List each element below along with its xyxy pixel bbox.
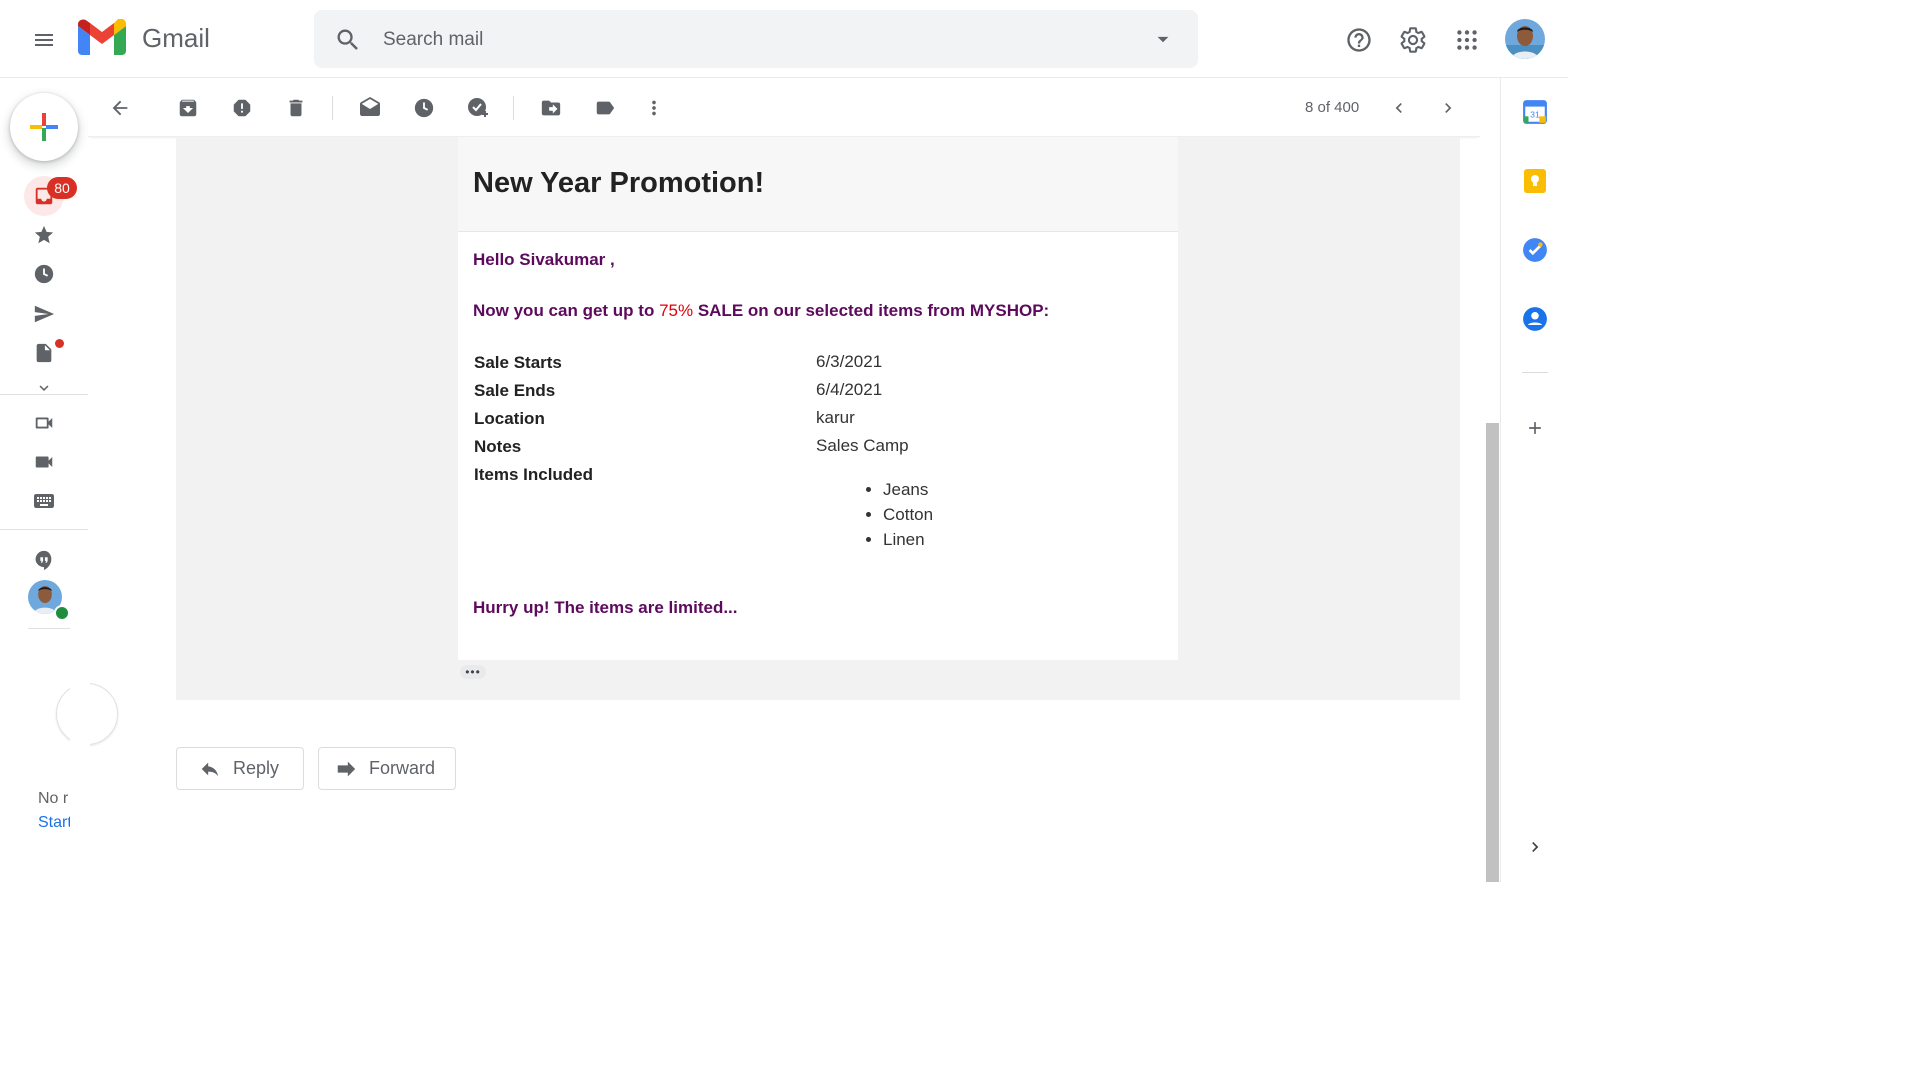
detail-label: Sale Starts (474, 353, 562, 372)
message-position: 8 of 400 (1305, 99, 1360, 116)
item-included: Jeans (883, 480, 929, 499)
promo-line: Now you can get up to 75% SALE on our se… (473, 301, 1049, 321)
promo-suffix: SALE on our selected items from MYSHOP: (693, 301, 1050, 320)
archive-icon[interactable] (168, 88, 208, 128)
sent-icon[interactable] (24, 294, 64, 334)
email-closing: Hurry up! The items are limited... (473, 598, 738, 617)
meet-new-icon[interactable] (24, 403, 64, 443)
promo-prefix: Now you can get up to (473, 301, 660, 320)
nav-clip (70, 660, 90, 760)
inbox-unread-badge: 80 (47, 177, 77, 199)
expand-panel-icon[interactable] (1515, 827, 1555, 867)
side-panel-divider (1522, 372, 1548, 373)
apps-icon[interactable] (1446, 19, 1488, 61)
label-icon[interactable] (585, 88, 625, 128)
main-menu-icon[interactable] (22, 18, 66, 62)
help-icon[interactable] (1338, 19, 1380, 61)
bullet (866, 487, 871, 492)
more-icon[interactable] (24, 378, 64, 398)
app-name: Gmail (142, 23, 210, 53)
gmail-logo[interactable] (78, 19, 128, 59)
snoozed-icon[interactable] (24, 254, 64, 294)
search-options-icon[interactable] (1150, 26, 1176, 52)
promo-highlight: 75% (659, 301, 694, 320)
nav-divider (28, 628, 70, 629)
report-spam-icon[interactable] (222, 88, 262, 128)
detail-value: 6/3/2021 (816, 352, 883, 371)
meet-join-icon[interactable] (24, 442, 64, 482)
compose-button[interactable] (10, 93, 78, 161)
compose-icon (30, 113, 58, 141)
mark-unread-icon[interactable] (350, 88, 390, 128)
nav-divider (0, 529, 88, 530)
detail-label: Notes (474, 437, 522, 456)
reply-label: Reply (233, 758, 280, 778)
hangouts-icon[interactable] (24, 540, 64, 580)
show-trimmed-content-button[interactable]: ••• (460, 665, 486, 679)
search-input[interactable]: Search mail (383, 29, 483, 51)
forward-icon (335, 758, 357, 780)
starred-icon[interactable] (24, 215, 64, 255)
drafts-indicator (55, 339, 64, 348)
forward-label: Forward (369, 758, 436, 778)
reply-icon (199, 758, 221, 780)
detail-label: Sale Ends (474, 381, 556, 400)
contacts-icon[interactable] (1515, 299, 1555, 339)
email-title: New Year Promotion! (473, 167, 765, 199)
tasks-icon[interactable] (1515, 230, 1555, 270)
keep-icon[interactable] (1515, 161, 1555, 201)
toolbar-separator (513, 96, 514, 120)
detail-value: karur (816, 408, 855, 427)
online-status-indicator (54, 605, 70, 621)
bullet (866, 537, 871, 542)
settings-icon[interactable] (1392, 19, 1434, 61)
search-icon[interactable] (334, 26, 362, 54)
bullet (866, 512, 871, 517)
forward-button[interactable]: Forward (318, 747, 456, 790)
account-avatar[interactable] (1505, 19, 1545, 59)
newer-icon[interactable] (1379, 88, 1419, 128)
toolbar-separator (332, 96, 333, 120)
move-to-icon[interactable] (531, 88, 571, 128)
detail-label: Location (474, 409, 545, 428)
scrollbar-thumb[interactable] (1486, 423, 1499, 882)
keyboard-icon[interactable] (24, 481, 64, 521)
back-icon[interactable] (100, 88, 140, 128)
email-greeting: Hello Sivakumar , (473, 250, 615, 269)
item-included: Linen (883, 530, 925, 549)
item-included: Cotton (883, 505, 934, 524)
calendar-day: 31 (1530, 109, 1540, 119)
add-task-icon[interactable] (458, 88, 498, 128)
detail-value: 6/4/2021 (816, 380, 883, 399)
older-icon[interactable] (1428, 88, 1468, 128)
start-chat-link[interactable]: Start (38, 814, 70, 832)
detail-label: Items Included (474, 465, 594, 484)
calendar-icon[interactable]: 31 (1515, 92, 1555, 132)
add-addon-icon[interactable] (1515, 408, 1555, 448)
delete-icon[interactable] (276, 88, 316, 128)
no-recent-chats-text: No r (38, 790, 69, 807)
detail-value: Sales Camp (816, 436, 909, 455)
more-vert-icon[interactable] (634, 88, 674, 128)
nav-divider (0, 394, 88, 395)
snooze-icon[interactable] (404, 88, 444, 128)
reply-button[interactable]: Reply (176, 747, 304, 790)
